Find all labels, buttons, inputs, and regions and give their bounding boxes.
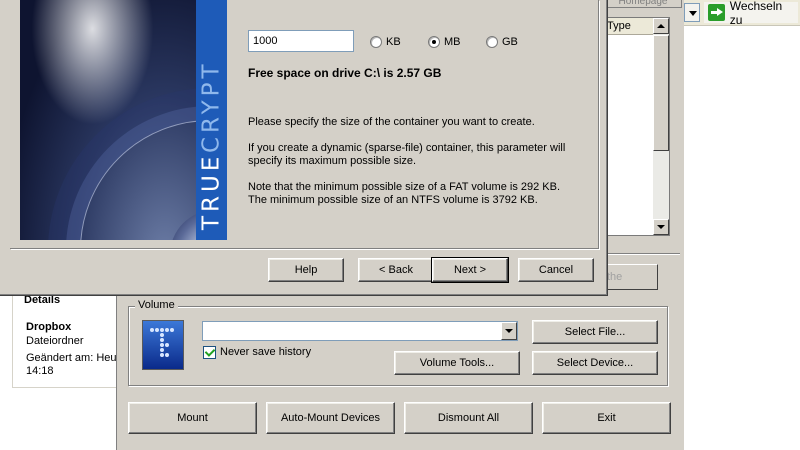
go-label: Wechseln zu <box>729 0 783 27</box>
dismount-all-button[interactable]: Dismount All <box>404 402 533 434</box>
select-file-button[interactable]: Select File... <box>532 320 658 344</box>
sparse-note-line2: specify its maximum possible size. <box>248 155 417 167</box>
truecrypt-key-icon <box>142 320 184 370</box>
exit-button[interactable]: Exit <box>542 402 671 434</box>
volume-group-legend: Volume <box>135 299 178 311</box>
sparse-note-line1: If you create a dynamic (sparse-file) co… <box>248 142 566 154</box>
volume-tools-button[interactable]: Volume Tools... <box>394 351 520 375</box>
wordmark-crypt: CRYPT <box>198 60 225 153</box>
cancel-button[interactable]: Cancel <box>518 258 594 282</box>
homepage-tab-fragment[interactable]: Homepage <box>604 0 682 8</box>
details-item-type: Dateiordner <box>26 335 84 347</box>
auto-mount-devices-button[interactable]: Auto-Mount Devices <box>266 402 395 434</box>
address-dropdown-button[interactable] <box>684 3 700 22</box>
unit-gb-radio[interactable] <box>486 36 498 48</box>
scroll-thumb[interactable] <box>653 35 669 151</box>
never-save-history-label[interactable]: Never save history <box>220 346 311 358</box>
unit-kb-label[interactable]: KB <box>386 36 401 48</box>
details-time: 14:18 <box>26 365 54 377</box>
select-device-button[interactable]: Select Device... <box>532 351 658 375</box>
scroll-up-button[interactable] <box>653 18 669 34</box>
unit-gb-label[interactable]: GB <box>502 36 518 48</box>
help-button[interactable]: Help <box>268 258 344 282</box>
back-button[interactable]: < Back <box>358 258 434 282</box>
wordmark-true: TRUE <box>198 152 225 230</box>
ntfs-min-size-note: The minimum possible size of an NTFS vol… <box>248 194 538 206</box>
volume-path-combo[interactable] <box>202 321 518 341</box>
size-instruction: Please specify the size of the container… <box>248 116 535 128</box>
truecrypt-key-glyph <box>150 328 174 357</box>
never-save-history-checkbox[interactable] <box>203 346 216 359</box>
mount-button[interactable]: Mount <box>128 402 257 434</box>
next-button[interactable]: Next > <box>431 257 509 283</box>
unit-mb-radio[interactable] <box>428 36 440 48</box>
truecrypt-wordmark: TRUE CRYPT <box>198 10 225 230</box>
details-modified: Geändert am: Heute <box>26 352 118 364</box>
details-item-name: Dropbox <box>26 321 72 333</box>
scroll-down-button[interactable] <box>653 219 669 235</box>
volume-size-input[interactable] <box>248 30 354 52</box>
volume-path-dropdown-button[interactable] <box>501 322 517 340</box>
unit-kb-radio[interactable] <box>370 36 382 48</box>
fat-min-size-note: Note that the minimum possible size of a… <box>248 181 561 193</box>
free-space-text: Free space on drive C:\ is 2.57 GB <box>248 66 442 80</box>
unit-mb-label[interactable]: MB <box>444 36 461 48</box>
go-button[interactable]: Wechseln zu <box>704 0 798 27</box>
green-arrow-icon <box>708 4 725 21</box>
